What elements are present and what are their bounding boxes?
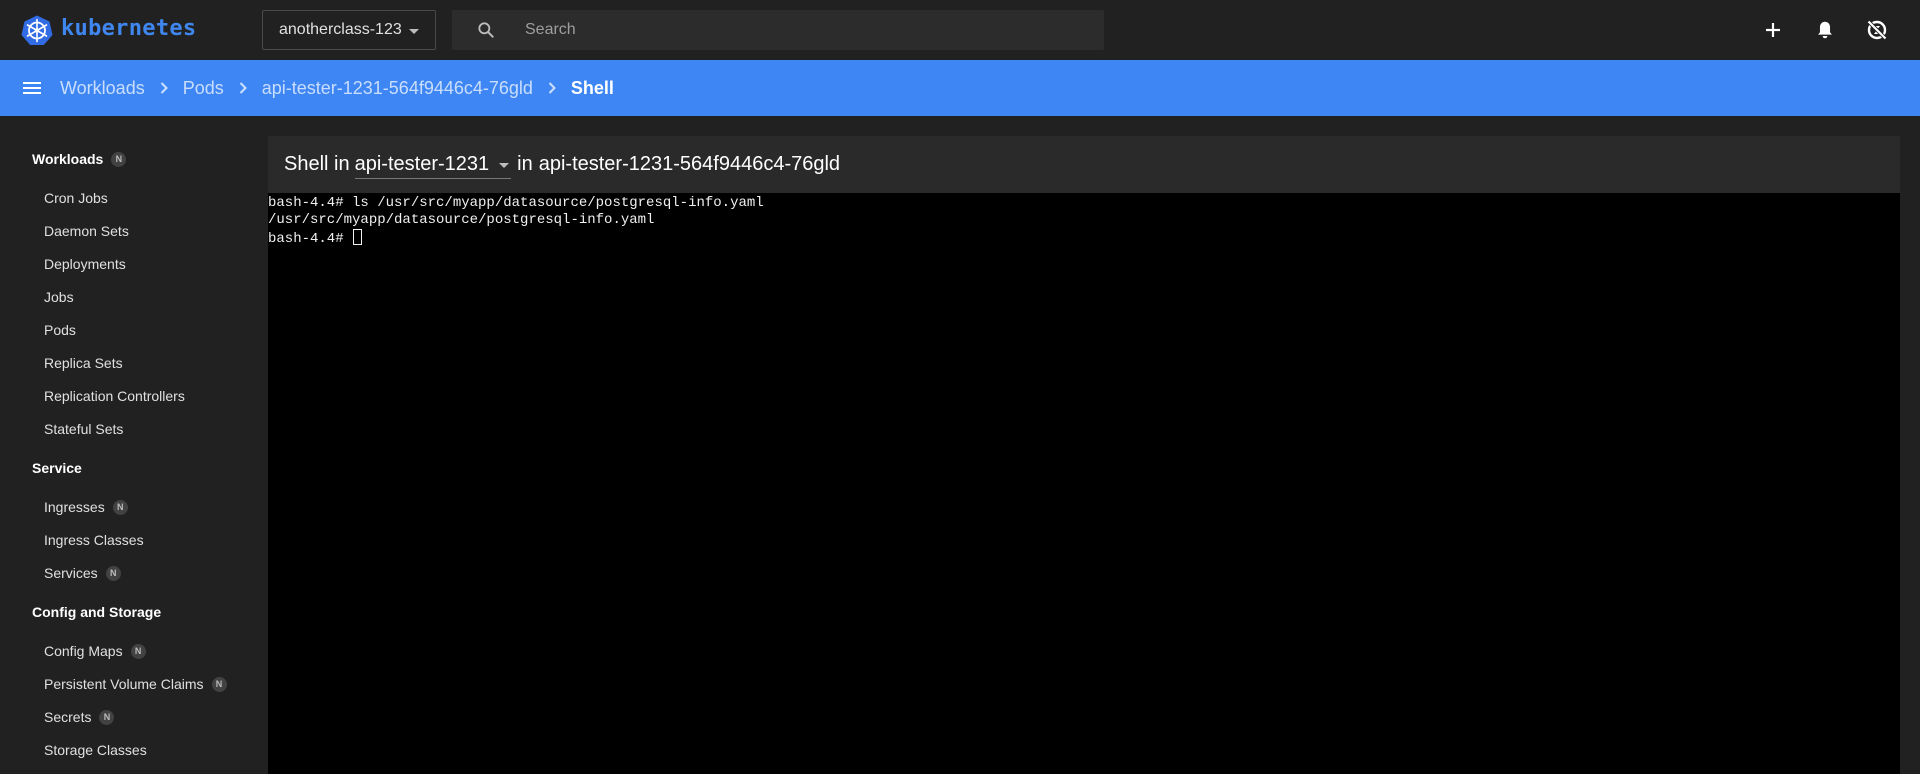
chevron-right-icon [239, 82, 247, 94]
shell-panel: Shell in api-tester-1231 in api-tester-1… [268, 136, 1900, 774]
sidebar-item-label: Secrets [44, 709, 92, 725]
sidebar-item-label: Replication Controllers [44, 388, 185, 404]
chevron-right-icon [548, 82, 556, 94]
pod-prefix: in [517, 153, 533, 175]
notifications-button[interactable] [1811, 16, 1839, 44]
sidebar-group-label: Config and Storage [32, 604, 162, 620]
terminal-prompt: bash-4.4# [268, 231, 353, 247]
pod-name: api-tester-1231-564f9446c4-76gld [538, 153, 841, 175]
sidebar-item-persistent-volume-claims[interactable]: Persistent Volume Claims N [44, 676, 227, 692]
sidebar-group-config-and-storage[interactable]: Config and Storage [32, 604, 161, 620]
sidebar-group-workloads[interactable]: Workloads N [32, 151, 127, 167]
sidebar-item-label: Replica Sets [44, 355, 123, 371]
bell-icon [1818, 21, 1832, 39]
sidebar-item-deployments[interactable]: Deployments [44, 256, 126, 272]
container-value: api-tester-1231 [354, 152, 490, 175]
sidebar-item-daemon-sets[interactable]: Daemon Sets [44, 223, 129, 239]
sidebar-item-label: Config Maps [44, 643, 123, 659]
sidebar-item-label: Storage Classes [44, 742, 147, 758]
terminal[interactable]: bash-4.4# ls /usr/src/myapp/datasource/p… [268, 193, 1900, 774]
sidebar-item-label: Deployments [44, 256, 126, 272]
terminal-cursor [353, 229, 363, 245]
sidebar-group-service[interactable]: Service [32, 460, 82, 476]
sidebar-item-services[interactable]: Services N [44, 565, 121, 581]
sidebar-item-ingress-classes[interactable]: Ingress Classes [44, 532, 144, 548]
sidebar-group-label: Workloads [32, 151, 104, 167]
create-button[interactable] [1759, 16, 1787, 44]
sidebar-item-replica-sets[interactable]: Replica Sets [44, 355, 123, 371]
breadcrumb-shell: Shell [570, 77, 614, 98]
breadcrumb: Workloads Pods api-tester-1231-564f9446c… [60, 60, 614, 116]
sidebar-item-pods[interactable]: Pods [44, 322, 76, 338]
search-icon [478, 22, 494, 38]
new-badge: N [112, 499, 128, 515]
new-badge: N [130, 643, 146, 659]
new-badge: N [111, 151, 127, 167]
new-badge: N [105, 565, 121, 581]
breadcrumb-pod[interactable]: api-tester-1231-564f9446c4-76gld [262, 78, 533, 99]
sidebar-item-label: Stateful Sets [44, 421, 124, 437]
sidebar-item-label: Services [44, 565, 98, 581]
sidebar-item-jobs[interactable]: Jobs [44, 289, 74, 305]
sidebar-item-storage-classes[interactable]: Storage Classes [44, 742, 147, 758]
brand-name[interactable]: kubernetes [61, 16, 196, 41]
sidebar-item-replication-controllers[interactable]: Replication Controllers [44, 388, 185, 404]
sidebar-item-stateful-sets[interactable]: Stateful Sets [44, 421, 123, 437]
breadcrumb-pods[interactable]: Pods [183, 78, 224, 99]
top-app-bar: kubernetes anotherclass-123 [0, 0, 1920, 60]
chevron-down-icon [499, 162, 510, 168]
plus-icon [1766, 23, 1780, 37]
kubernetes-logo-icon[interactable] [21, 14, 53, 46]
terminal-prompt-line: bash-4.4# [268, 229, 1900, 247]
container-select[interactable]: api-tester-1231 [354, 151, 512, 179]
shell-prefix: Shell in [284, 153, 350, 175]
chevron-down-icon [409, 29, 419, 34]
sidebar: Workloads N Cron Jobs Daemon Sets Deploy… [0, 116, 268, 774]
sidebar-item-label: Ingresses [44, 499, 105, 515]
sidebar-item-label: Ingress Classes [44, 532, 144, 548]
sidebar-item-label: Cron Jobs [44, 190, 108, 206]
namespace-value: anotherclass-123 [279, 21, 402, 38]
namespace-select[interactable]: anotherclass-123 [262, 10, 436, 50]
sidebar-item-ingresses[interactable]: Ingresses N [44, 499, 128, 515]
breadcrumb-bar: Workloads Pods api-tester-1231-564f9446c… [0, 60, 1920, 116]
sync-disabled-icon [1867, 20, 1887, 40]
sidebar-item-secrets[interactable]: Secrets N [44, 709, 115, 725]
sidebar-item-label: Daemon Sets [44, 223, 129, 239]
sidebar-item-label: Persistent Volume Claims [44, 676, 204, 692]
terminal-line: /usr/src/myapp/datasource/postgresql-inf… [268, 212, 655, 228]
new-badge: N [211, 676, 227, 692]
search-box [452, 10, 1104, 50]
new-badge: N [99, 709, 115, 725]
sync-off-button[interactable] [1863, 16, 1891, 44]
breadcrumb-workloads[interactable]: Workloads [60, 78, 145, 99]
sidebar-item-cron-jobs[interactable]: Cron Jobs [44, 190, 108, 206]
shell-header: Shell in api-tester-1231 in api-tester-1… [268, 136, 1900, 193]
sidebar-group-label: Service [32, 460, 82, 476]
sidebar-item-config-maps[interactable]: Config Maps N [44, 643, 146, 659]
terminal-line: bash-4.4# ls /usr/src/myapp/datasource/p… [268, 195, 764, 211]
sidebar-item-label: Pods [44, 322, 76, 338]
chevron-right-icon [160, 82, 168, 94]
sidebar-item-label: Jobs [44, 289, 74, 305]
search-input[interactable] [525, 10, 1085, 50]
menu-icon[interactable] [20, 76, 44, 100]
